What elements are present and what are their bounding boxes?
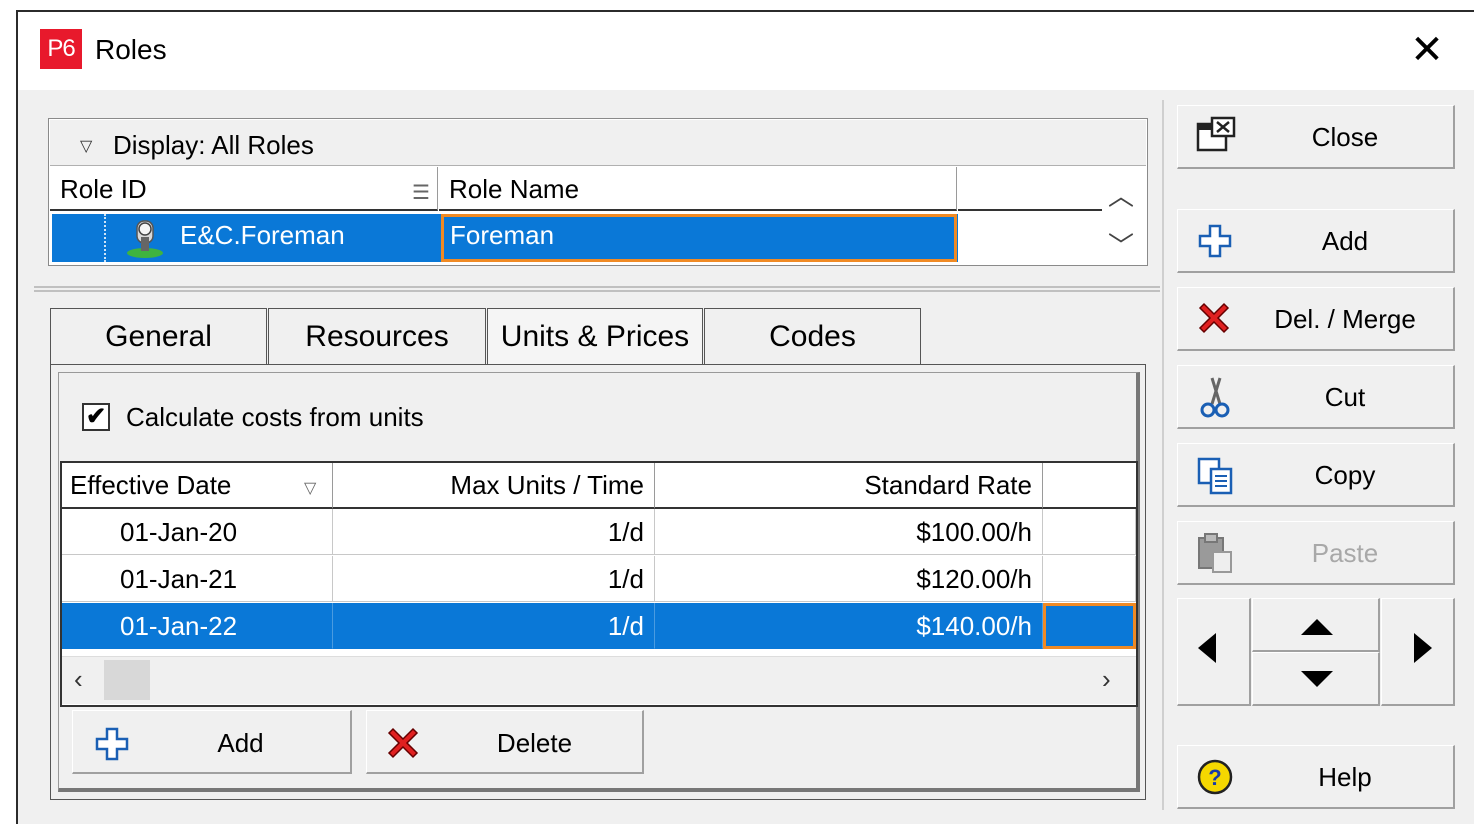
table-row[interactable]: 01-Jan-20 1/d $100.00/h — [62, 509, 1136, 555]
cut-label: Cut — [1324, 382, 1366, 412]
tab-units-prices[interactable]: Units & Prices — [487, 308, 703, 366]
close-window-icon — [1196, 116, 1236, 152]
vertical-divider — [1162, 100, 1164, 810]
p6-logo: P6 — [40, 29, 82, 69]
help-icon: ? — [1197, 759, 1233, 795]
scroll-up-icon[interactable]: ︿ — [1108, 176, 1134, 213]
filter-icon[interactable]: ▽ — [304, 478, 316, 498]
close-label: Close — [1311, 122, 1379, 152]
max-units-cell[interactable]: 1/d — [333, 556, 655, 602]
help-label: Help — [1318, 762, 1372, 792]
effective-date-cell[interactable]: 01-Jan-20 — [62, 509, 333, 555]
arrow-down-icon — [1301, 671, 1333, 687]
effective-date-cell[interactable]: 01-Jan-22 — [62, 603, 333, 649]
horizontal-scrollbar[interactable] — [62, 656, 1136, 704]
paste-icon — [1198, 533, 1232, 573]
role-id-header-label: Role ID — [60, 174, 147, 204]
column-header-empty — [958, 167, 1102, 211]
plus-icon — [1198, 224, 1232, 258]
calc-costs-checkbox[interactable]: ✔ — [82, 403, 110, 431]
column-header-empty — [1043, 463, 1136, 509]
move-right-button[interactable] — [1381, 598, 1455, 706]
tab-general[interactable]: General — [50, 308, 267, 364]
table-row-selected[interactable]: 01-Jan-22 1/d $140.00/h — [62, 603, 1136, 649]
scissors-icon — [1200, 377, 1230, 418]
move-up-button[interactable] — [1252, 598, 1380, 652]
delete-x-icon — [1198, 302, 1230, 334]
column-header-standard-rate[interactable]: Standard Rate — [655, 463, 1043, 509]
standard-rate-cell[interactable]: $140.00/h — [655, 603, 1043, 649]
svg-text:?: ? — [1208, 765, 1221, 790]
max-units-cell[interactable]: 1/d — [333, 509, 655, 555]
focused-empty-cell[interactable] — [1043, 603, 1136, 649]
tab-resources[interactable]: Resources — [268, 308, 486, 364]
tree-view-icon[interactable]: ☰ — [412, 180, 430, 205]
delete-merge-label: Del. / Merge — [1274, 304, 1416, 334]
column-header-max-units[interactable]: Max Units / Time — [333, 463, 655, 509]
arrow-up-icon — [1301, 619, 1333, 635]
column-header-effective-date[interactable]: Effective Date — [62, 463, 333, 509]
copy-label: Copy — [1314, 460, 1376, 490]
chevron-down-icon[interactable]: ▽ — [80, 136, 92, 156]
title-bar — [18, 12, 1474, 90]
plus-icon — [95, 727, 129, 761]
delete-x-icon — [387, 727, 419, 759]
close-window-icon[interactable]: ✕ — [1405, 28, 1449, 72]
add-rate-button[interactable]: Add — [72, 710, 352, 774]
display-filter-label[interactable]: Display: All Roles — [113, 130, 314, 161]
move-left-button[interactable] — [1177, 598, 1251, 706]
scrollbar-thumb[interactable] — [104, 660, 150, 700]
standard-rate-cell[interactable]: $100.00/h — [655, 509, 1043, 555]
splitter-bar[interactable] — [34, 286, 1160, 292]
effective-date-cell[interactable]: 01-Jan-21 — [62, 556, 333, 602]
copy-icon — [1197, 457, 1233, 495]
delete-rate-label: Delete — [496, 728, 573, 758]
tab-codes[interactable]: Codes — [704, 308, 921, 364]
paste-label: Paste — [1311, 538, 1379, 568]
role-person-icon — [127, 220, 163, 258]
table-row[interactable]: 01-Jan-21 1/d $120.00/h — [62, 556, 1136, 602]
max-units-cell[interactable]: 1/d — [333, 603, 655, 649]
tree-connector-line — [104, 214, 106, 262]
add-rate-label: Add — [217, 728, 264, 758]
calc-costs-label[interactable]: Calculate costs from units — [126, 402, 424, 433]
arrow-right-icon — [1414, 633, 1432, 663]
scroll-left-icon[interactable]: ‹ — [74, 664, 83, 695]
scroll-down-icon[interactable]: ﹀ — [1108, 226, 1134, 263]
role-id-cell[interactable]: E&C.Foreman — [180, 220, 345, 251]
standard-rate-cell[interactable]: $120.00/h — [655, 556, 1043, 602]
empty-cell[interactable] — [1043, 556, 1136, 602]
add-role-label: Add — [1321, 226, 1369, 256]
empty-cell[interactable] — [1043, 509, 1136, 555]
delete-rate-button[interactable]: Delete — [366, 710, 644, 774]
role-name-cell[interactable]: Foreman — [450, 220, 554, 251]
scroll-right-icon[interactable]: › — [1102, 664, 1111, 695]
arrow-left-icon — [1198, 633, 1216, 663]
move-down-button[interactable] — [1252, 652, 1380, 706]
role-name-header-label: Role Name — [449, 174, 580, 204]
window-title: Roles — [95, 34, 167, 65]
